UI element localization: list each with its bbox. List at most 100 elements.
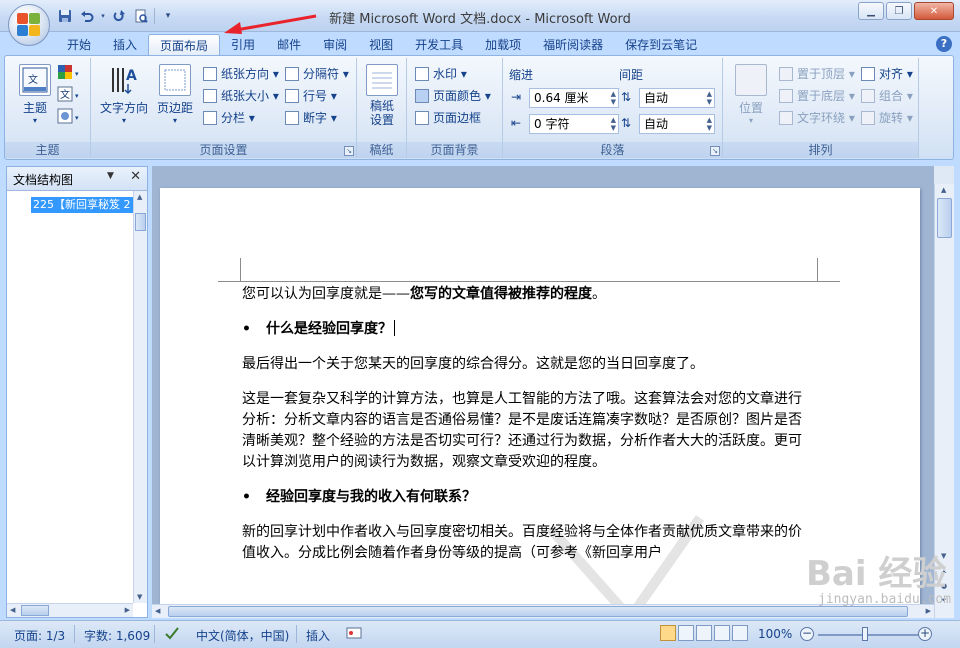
- nav-pane-item[interactable]: 225【新回享秘笈 2: [31, 197, 133, 213]
- size-button[interactable]: 纸张大小 ▾: [201, 86, 279, 106]
- heading-1: 什么是经验回享度？: [242, 319, 814, 340]
- ribbon-tabs: 开始 插入 页面布局 引用 邮件 审阅 视图 开发工具 加载项 福昕阅读器 保存到云笔记: [56, 34, 708, 56]
- columns-button[interactable]: 分栏 ▾: [201, 108, 255, 128]
- doc-scroll-left-icon[interactable]: ◀: [155, 607, 160, 615]
- draft-settings-button[interactable]: 稿纸 设置: [360, 64, 404, 127]
- paragraph-4: 新的回享计划中作者收入与回享度密切相关。百度经验将与全体作者贡献优质文章带来的价…: [242, 524, 802, 561]
- doc-vertical-scroll-thumb[interactable]: [937, 198, 952, 238]
- full-screen-reading-view-icon[interactable]: [678, 625, 694, 641]
- status-bar: 页面: 1/3 字数: 1,609 中文(简体，中国) 插入 100% − +: [0, 620, 960, 648]
- baidu-watermark-text: jingyan.baidu.com: [818, 592, 952, 607]
- rotate-button[interactable]: 旋转 ▾: [859, 108, 913, 128]
- restore-button[interactable]: ❐: [886, 2, 912, 20]
- nav-vertical-scrollbar[interactable]: ▲ ▼: [133, 191, 147, 603]
- ruler-toggle-icon[interactable]: [934, 166, 954, 184]
- svg-text:A: A: [126, 68, 137, 84]
- breaks-button[interactable]: 分隔符 ▾: [283, 64, 349, 84]
- margins-button[interactable]: 页边距 ▾: [153, 64, 197, 125]
- group-label-page-setup: 页面设置: [91, 142, 356, 158]
- status-words[interactable]: 字数: 1,609: [84, 627, 150, 644]
- tab-8[interactable]: 加载项: [474, 34, 532, 56]
- document-body[interactable]: 您可以认为回享度就是——您写的文章值得被推荐的程度。 什么是经验回享度？ 最后得…: [242, 284, 814, 578]
- doc-horizontal-scroll-thumb[interactable]: [168, 606, 908, 617]
- document-horizontal-scrollbar[interactable]: ◀ ▶: [152, 604, 934, 618]
- bring-front-button[interactable]: 置于顶层 ▾: [777, 64, 855, 84]
- align-button[interactable]: 对齐 ▾: [859, 64, 913, 84]
- tab-0[interactable]: 开始: [56, 34, 102, 56]
- nav-pane-header: 文档结构图 ▼ ✕: [7, 167, 147, 191]
- theme-effects-button[interactable]: ▾: [57, 108, 85, 128]
- tab-6[interactable]: 视图: [358, 34, 404, 56]
- indent-right-field[interactable]: 0 字符 ▲ ▼: [529, 114, 619, 134]
- nav-pane-close-icon[interactable]: ✕: [130, 169, 141, 184]
- zoom-level[interactable]: 100%: [758, 627, 792, 641]
- office-button[interactable]: [8, 4, 50, 46]
- svg-text:文: 文: [60, 88, 70, 101]
- spacing-after-icon: ⇅: [621, 116, 632, 130]
- margin-marker: [240, 258, 818, 282]
- theme-button[interactable]: 文 主题 ▾: [13, 64, 57, 125]
- tab-1[interactable]: 插入: [102, 34, 148, 56]
- nav-vertical-scroll-thumb[interactable]: [135, 213, 146, 231]
- position-button[interactable]: 位置 ▾: [729, 64, 773, 125]
- send-back-button[interactable]: 置于底层 ▾: [777, 86, 855, 106]
- group-arrange: 位置 ▾ 置于顶层 ▾ 置于底层 ▾ 文字环绕 ▾ 对齐 ▾ 组合 ▾ 旋转 ▾…: [723, 58, 919, 158]
- zoom-slider-track[interactable]: [818, 634, 918, 636]
- hyphenation-button[interactable]: 断字 ▾: [283, 108, 337, 128]
- spacing-after-field[interactable]: 自动 ▲ ▼: [639, 114, 715, 134]
- text-direction-label: 文字方向: [99, 101, 148, 115]
- group-button[interactable]: 组合 ▾: [859, 86, 913, 106]
- group-page-background: 水印 ▾ 页面颜色 ▾ 页面边框 页面背景: [407, 58, 503, 158]
- print-layout-view-icon[interactable]: [660, 625, 676, 641]
- nav-horizontal-scrollbar[interactable]: ◀ ▶: [7, 603, 133, 617]
- text-wrap-button[interactable]: 文字环绕 ▾: [777, 108, 855, 128]
- scroll-right-icon[interactable]: ▶: [125, 606, 130, 614]
- theme-colors-button[interactable]: ▾: [57, 64, 85, 84]
- proofing-icon[interactable]: [164, 625, 180, 644]
- tab-9[interactable]: 福昕阅读器: [532, 34, 614, 56]
- macro-record-icon[interactable]: [346, 625, 362, 644]
- spacing-before-field[interactable]: 自动 ▲ ▼: [639, 88, 715, 108]
- paragraph-launcher-icon[interactable]: ↘: [710, 146, 720, 156]
- orientation-button[interactable]: 纸张方向 ▾: [201, 64, 279, 84]
- status-language[interactable]: 中文(简体，中国): [196, 627, 289, 644]
- outline-view-icon[interactable]: [714, 625, 730, 641]
- zoom-in-icon[interactable]: +: [918, 627, 932, 641]
- scroll-down-icon[interactable]: ▼: [137, 593, 142, 601]
- group-label-page-background: 页面背景: [407, 142, 502, 158]
- minimize-button[interactable]: ▁: [858, 2, 884, 20]
- doc-scroll-right-icon[interactable]: ▶: [926, 607, 931, 615]
- doc-scroll-up-icon[interactable]: ▲: [941, 186, 946, 194]
- tab-2[interactable]: 页面布局: [148, 34, 221, 56]
- help-icon[interactable]: ?: [936, 36, 952, 52]
- scroll-up-icon[interactable]: ▲: [137, 193, 142, 201]
- draft-settings-label: 稿纸 设置: [369, 99, 394, 127]
- watermark-button[interactable]: 水印 ▾: [413, 64, 467, 84]
- tab-3[interactable]: 引用: [220, 34, 266, 56]
- scroll-left-icon[interactable]: ◀: [10, 606, 15, 614]
- page-borders-button[interactable]: 页面边框: [413, 108, 481, 128]
- text-direction-button[interactable]: A 文字方向 ▾: [99, 64, 149, 125]
- line-numbers-button[interactable]: 行号 ▾: [283, 86, 337, 106]
- draft-view-icon[interactable]: [732, 625, 748, 641]
- status-page[interactable]: 页面: 1/3: [14, 627, 65, 644]
- status-mode[interactable]: 插入: [306, 627, 330, 644]
- web-layout-view-icon[interactable]: [696, 625, 712, 641]
- zoom-out-icon[interactable]: −: [800, 627, 814, 641]
- tab-10[interactable]: 保存到云笔记: [614, 34, 708, 56]
- page-setup-launcher-icon[interactable]: ↘: [344, 146, 354, 156]
- nav-horizontal-scroll-thumb[interactable]: [21, 605, 49, 616]
- tab-5[interactable]: 审阅: [312, 34, 358, 56]
- tab-4[interactable]: 邮件: [266, 34, 312, 56]
- theme-label: 主题: [22, 101, 47, 115]
- theme-fonts-button[interactable]: 文 ▾: [57, 86, 85, 106]
- tab-7[interactable]: 开发工具: [404, 34, 474, 56]
- watermark-icon: [415, 67, 429, 81]
- annotation-arrow-icon: [224, 14, 317, 34]
- nav-pane-dropdown-icon[interactable]: ▼: [107, 171, 114, 181]
- indent-left-field[interactable]: 0.64 厘米 ▲ ▼: [529, 88, 619, 108]
- close-button[interactable]: ✕: [914, 2, 954, 20]
- page-color-button[interactable]: 页面颜色 ▾: [413, 86, 491, 106]
- group-label-draft: 稿纸: [357, 142, 406, 158]
- zoom-slider-thumb[interactable]: [862, 627, 868, 641]
